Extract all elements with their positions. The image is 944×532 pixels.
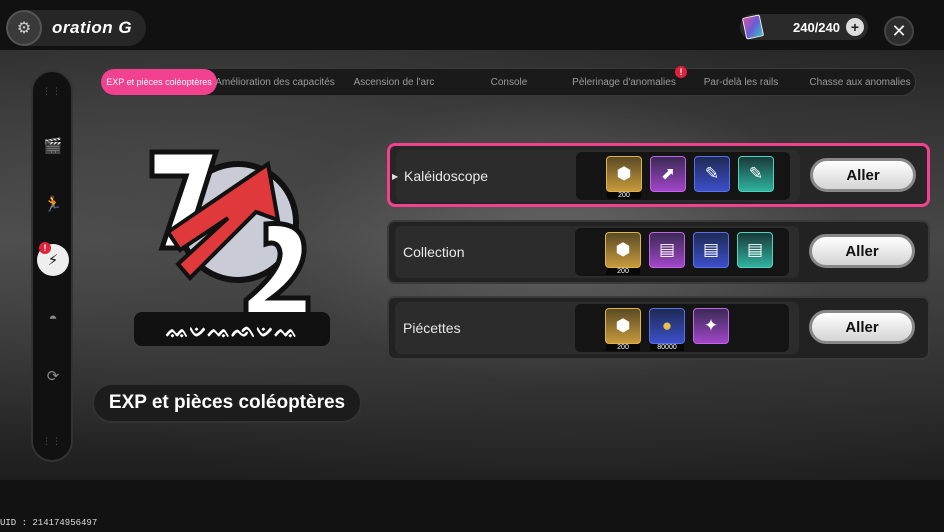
- sidebar-item-clapper[interactable]: 🎬: [39, 132, 67, 160]
- reward-list: ⬢ 200 ● 80000 ✦: [575, 304, 789, 352]
- arrow-card-icon: ⬈: [660, 164, 676, 183]
- reward-item[interactable]: ● 80000: [649, 308, 685, 351]
- add-stamina-button[interactable]: +: [846, 18, 864, 36]
- stamina-counter: 240/240 +: [740, 14, 868, 40]
- selected-arrow-icon: ▶: [392, 172, 399, 181]
- clapper-icon: 🎬: [43, 138, 63, 155]
- go-button[interactable]: Aller: [810, 158, 916, 192]
- tool-teal-icon: ✎: [748, 164, 764, 183]
- coin-icon: ●: [661, 316, 673, 335]
- go-button[interactable]: Aller: [809, 310, 915, 344]
- stage-row-coins[interactable]: Piécettes ⬢ 200 ● 80000 ✦ Aller: [387, 296, 930, 360]
- reward-item[interactable]: ⬢ 200: [606, 156, 642, 199]
- stamina-card-icon: [741, 14, 765, 40]
- tab-console[interactable]: Console: [469, 69, 549, 95]
- sidebar-item-cycle[interactable]: ⟳: [39, 362, 67, 390]
- page-title: oration G: [52, 18, 133, 37]
- emblem-lettering: ᨐᨉᨕᨒᨉᨕ: [165, 318, 298, 342]
- reward-item[interactable]: ▤: [693, 232, 729, 268]
- runner-icon: 🏃: [43, 196, 63, 213]
- reward-list: ⬢ 200 ⬈ ✎ ✎: [576, 152, 790, 200]
- reward-item[interactable]: ▤: [737, 232, 773, 268]
- scroll-indicator-top: ⋮⋮: [42, 86, 62, 96]
- reward-qty: 200: [606, 344, 640, 351]
- bottom-bar: [0, 480, 944, 532]
- stage-name: Collection: [403, 244, 465, 260]
- cannon-icon: ✦: [703, 316, 719, 335]
- reward-item[interactable]: ▤: [649, 232, 685, 268]
- reward-item[interactable]: ⬢ 200: [605, 232, 641, 275]
- mode-logo-icon: ⚙: [6, 10, 42, 46]
- cards-purple-icon: ▤: [658, 240, 676, 259]
- stage-row-kaleidoscope[interactable]: ▶ Kaléidoscope ⬢ 200 ⬈ ✎ ✎ Aller: [387, 143, 930, 207]
- tab-arc-ascension[interactable]: Ascension de l'arc: [339, 69, 449, 95]
- selected-category-name: EXP et pièces coléoptères: [92, 383, 362, 423]
- reward-item[interactable]: ✎: [738, 156, 774, 192]
- tab-bar: EXP et pièces coléoptères Amélioration d…: [100, 68, 916, 96]
- reward-item[interactable]: ⬢ 200: [605, 308, 641, 351]
- reward-qty: 200: [606, 268, 640, 275]
- exp-icon: ⚡: [47, 252, 59, 269]
- reward-item[interactable]: ✦: [693, 308, 729, 344]
- tab-alert-badge: !: [675, 66, 687, 78]
- exp-emblem: ᨐᨉᨕᨒᨉᨕ: [134, 149, 330, 346]
- emblem-token-icon: ⬢: [615, 240, 631, 259]
- close-button[interactable]: ✕: [884, 16, 914, 46]
- tab-exp[interactable]: EXP et pièces coléoptères: [101, 69, 217, 95]
- stamina-value: 240/240: [793, 19, 840, 35]
- category-sidebar: ⋮⋮ 🎬 🏃 ⚡ ! ◓ ⟳ ⋮⋮: [31, 70, 73, 462]
- sidebar-item-runner[interactable]: 🏃: [39, 190, 67, 218]
- stage-name: Kaléidoscope: [404, 168, 489, 184]
- stage-row-collection[interactable]: Collection ⬢ 200 ▤ ▤ ▤ Aller: [387, 220, 930, 284]
- reward-qty: 200: [607, 192, 641, 199]
- tab-ability-upgrade[interactable]: Amélioration des capacités: [215, 69, 335, 95]
- tool-blue-icon: ✎: [704, 164, 720, 183]
- tab-anomaly-pilgrimage[interactable]: Pèlerinage d'anomalies: [567, 69, 681, 95]
- go-button[interactable]: Aller: [809, 234, 915, 268]
- tab-anomaly-hunt[interactable]: Chasse aux anomalies: [801, 69, 919, 95]
- tab-beyond-rails[interactable]: Par-delà les rails: [693, 69, 789, 95]
- emblem-token-icon: ⬢: [615, 316, 631, 335]
- cards-blue-icon: ▤: [702, 240, 720, 259]
- uid-label: UID : 214174956497: [0, 518, 98, 528]
- scroll-indicator-bottom: ⋮⋮: [42, 436, 62, 446]
- cycle-icon: ⟳: [46, 368, 60, 385]
- emblem-token-icon: ⬢: [616, 164, 632, 183]
- sidebar-item-ball[interactable]: ◓: [39, 304, 67, 332]
- sidebar-alert-badge: !: [39, 242, 51, 254]
- stage-name: Piécettes: [403, 320, 461, 336]
- reward-item[interactable]: ✎: [694, 156, 730, 192]
- reward-qty: 80000: [650, 344, 684, 351]
- ball-icon: ◓: [48, 309, 58, 327]
- reward-item[interactable]: ⬈: [650, 156, 686, 192]
- mode-title-pill: ⚙ oration G: [6, 10, 146, 46]
- cards-teal-icon: ▤: [746, 240, 764, 259]
- reward-list: ⬢ 200 ▤ ▤ ▤: [575, 228, 789, 276]
